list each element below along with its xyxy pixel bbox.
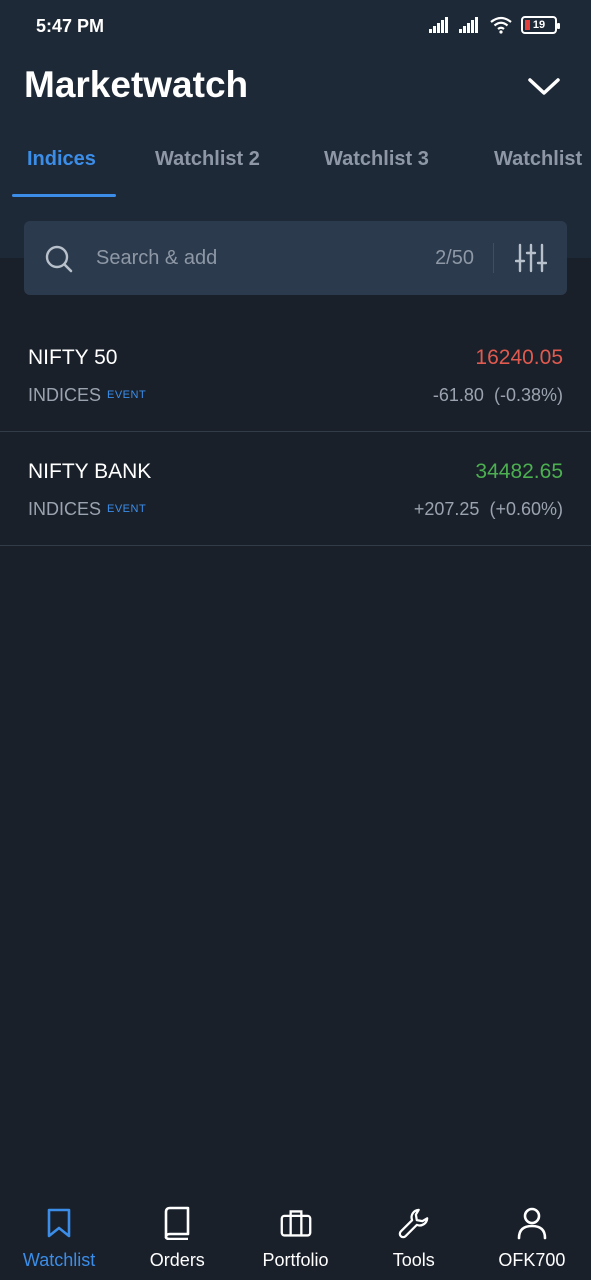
instrument-change: +207.25 (+0.60%) <box>414 499 563 520</box>
battery-level: 19 <box>532 19 546 31</box>
search-bar: 2/50 <box>24 221 567 295</box>
filter-sliders-icon[interactable] <box>515 243 547 273</box>
chevron-down-icon[interactable] <box>527 72 561 102</box>
nav-label: OFK700 <box>498 1250 566 1270</box>
instrument-exchange: INDICES <box>28 499 102 519</box>
change-value: +207.25 <box>413 499 480 519</box>
bookmark-icon <box>43 1206 75 1240</box>
change-value: -61.80 <box>432 385 484 405</box>
nav-tools[interactable]: Tools <box>355 1192 473 1280</box>
user-icon <box>516 1206 548 1240</box>
search-input[interactable] <box>96 243 416 273</box>
wrench-icon <box>398 1206 430 1240</box>
nav-orders[interactable]: Orders <box>118 1192 236 1280</box>
instrument-change: -61.80 (-0.38%) <box>433 385 563 406</box>
instrument-exchange: INDICES <box>28 385 102 405</box>
list-item[interactable]: NIFTY BANK 34482.65 INDICES EVENT +207.2… <box>0 432 591 546</box>
active-tab-indicator <box>12 194 116 197</box>
tab-watchlist-4[interactable]: Watchlist <box>494 148 582 171</box>
status-bar: 5:47 PM 19 <box>0 0 591 56</box>
header: Marketwatch <box>0 56 591 120</box>
instrument-list: NIFTY 50 16240.05 INDICES EVENT -61.80 (… <box>0 318 591 546</box>
event-badge: EVENT <box>107 389 147 401</box>
search-icon[interactable] <box>44 244 74 274</box>
nav-portfolio[interactable]: Portfolio <box>236 1192 354 1280</box>
book-icon <box>161 1206 193 1240</box>
nav-profile[interactable]: OFK700 <box>473 1192 591 1280</box>
instrument-price: 16240.05 <box>475 346 563 369</box>
status-icons: 19 <box>429 16 560 34</box>
page-title: Marketwatch <box>24 64 249 105</box>
change-percent: (+0.60%) <box>489 499 563 519</box>
nav-label: Portfolio <box>262 1250 329 1270</box>
instrument-price: 34482.65 <box>475 460 563 483</box>
search-divider <box>493 243 494 273</box>
signal-icon <box>429 17 448 33</box>
change-percent: (-0.38%) <box>493 385 563 405</box>
list-item[interactable]: NIFTY 50 16240.05 INDICES EVENT -61.80 (… <box>0 318 591 432</box>
wifi-icon <box>490 16 512 34</box>
instrument-symbol: NIFTY 50 <box>28 346 118 369</box>
event-badge: EVENT <box>107 503 147 515</box>
nav-label: Watchlist <box>22 1250 96 1270</box>
nav-label: Tools <box>392 1250 435 1270</box>
status-time: 5:47 PM <box>36 16 105 36</box>
watchlist-tabs: Indices Watchlist 2 Watchlist 3 Watchlis… <box>0 130 591 198</box>
bottom-nav: Watchlist Orders Portfolio Tools OFK700 <box>0 1192 591 1280</box>
nav-label: Orders <box>149 1250 205 1270</box>
nav-watchlist[interactable]: Watchlist <box>0 1192 118 1280</box>
instrument-symbol: NIFTY BANK <box>28 460 152 483</box>
signal-icon-2 <box>459 17 478 33</box>
tab-watchlist-2[interactable]: Watchlist 2 <box>155 148 260 171</box>
briefcase-icon <box>280 1206 312 1240</box>
tab-indices[interactable]: Indices <box>27 148 96 171</box>
tab-watchlist-3[interactable]: Watchlist 3 <box>324 148 429 171</box>
battery-icon: 19 <box>521 16 560 34</box>
watchlist-count: 2/50 <box>435 247 474 269</box>
